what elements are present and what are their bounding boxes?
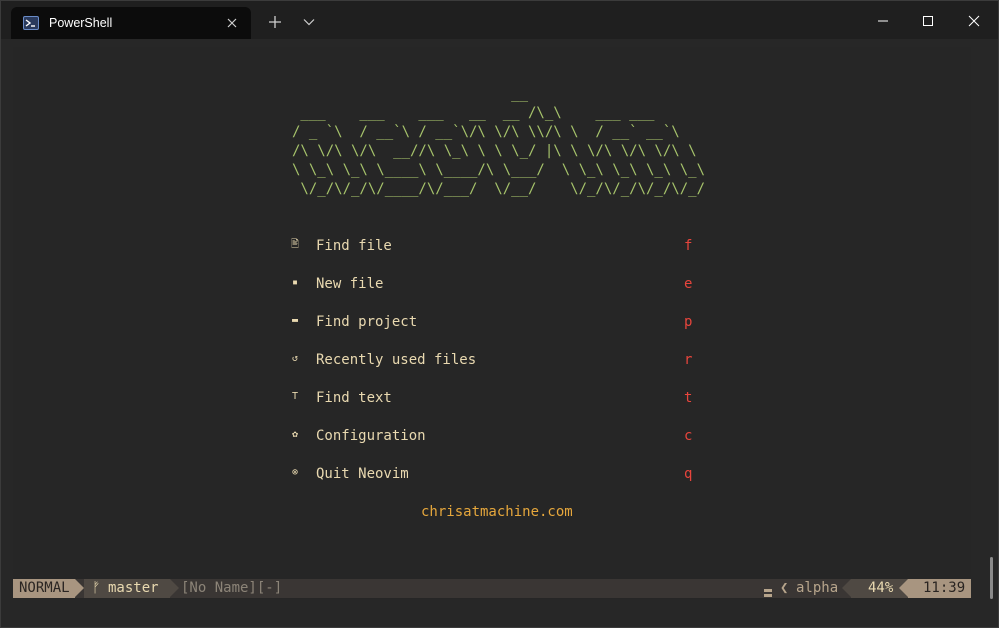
file-name: [No Name][-]	[181, 580, 283, 596]
maximize-icon[interactable]	[916, 9, 940, 33]
shortcut-key: c	[684, 428, 693, 444]
menu-item-label: Find file	[316, 238, 392, 254]
text-icon: T	[291, 391, 299, 402]
gear-icon: ✿	[291, 429, 299, 440]
mode-separator	[75, 579, 84, 597]
chevron-down-icon[interactable]	[301, 15, 317, 29]
menu-item-recent-files[interactable]: ↺ Recently used files r	[289, 350, 709, 370]
tab-powershell[interactable]: PowerShell	[11, 7, 251, 39]
new-file-icon: ▪	[291, 277, 299, 288]
close-tab-icon[interactable]	[225, 16, 239, 30]
minimize-icon[interactable]	[871, 9, 895, 33]
menu-item-find-text[interactable]: T Find text t	[289, 388, 709, 408]
scrollbar[interactable]	[990, 557, 993, 599]
time-segment: 11:39	[908, 579, 971, 598]
shortcut-key: f	[684, 238, 693, 254]
filetype-separator: ❮	[780, 580, 789, 596]
folder-icon: ▬	[291, 315, 299, 326]
menu-item-label: Quit Neovim	[316, 466, 409, 482]
percent-separator	[842, 579, 851, 597]
terminal-window: PowerShell __ ___ ___ ___ __ __ /\_\ ___…	[0, 0, 999, 628]
git-branch-icon: ᚠ	[92, 580, 101, 596]
menu-item-configuration[interactable]: ✿ Configuration c	[289, 426, 709, 446]
clock: 11:39	[923, 580, 966, 596]
terminal-content[interactable]: __ ___ ___ ___ __ __ /\_\ ___ ___ / _ `\…	[13, 47, 971, 599]
branch-name: master	[108, 580, 159, 596]
file-format-icon	[764, 584, 772, 597]
menu-item-label: Configuration	[316, 428, 426, 444]
history-icon: ↺	[291, 353, 299, 364]
menu-item-find-file[interactable]: 🖹 Find file f	[289, 236, 709, 256]
shortcut-key: q	[684, 466, 693, 482]
close-icon[interactable]	[962, 9, 986, 33]
menu-item-label: Find project	[316, 314, 418, 330]
menu-item-label: New file	[316, 276, 384, 292]
powershell-icon	[23, 15, 39, 31]
ascii-art-header: __ ___ ___ ___ __ __ /\_\ ___ ___ / _ `\…	[292, 86, 706, 197]
power-icon: ⊗	[291, 467, 299, 478]
shortcut-key: r	[684, 352, 693, 368]
statusline: NORMAL ᚠ master [No Name][-] ❮ alpha 44%…	[13, 579, 971, 598]
menu-item-label: Recently used files	[316, 352, 477, 368]
menu-item-quit[interactable]: ⊗ Quit Neovim q	[289, 464, 709, 484]
time-separator	[899, 579, 908, 597]
file-type: alpha	[796, 580, 839, 596]
menu-item-find-project[interactable]: ▬ Find project p	[289, 312, 709, 332]
scroll-percent: 44%	[868, 580, 894, 596]
new-tab-icon[interactable]	[266, 13, 284, 31]
title-bar: PowerShell	[1, 1, 998, 39]
branch-separator	[170, 579, 179, 597]
mode-indicator: NORMAL	[13, 579, 75, 598]
shortcut-key: t	[684, 390, 693, 406]
shortcut-key: e	[684, 276, 693, 292]
search-file-icon: 🖹	[290, 239, 300, 250]
tab-title: PowerShell	[49, 16, 113, 30]
menu-item-new-file[interactable]: ▪ New file e	[289, 274, 709, 294]
menu-item-label: Find text	[316, 390, 392, 406]
git-branch-segment: ᚠ master	[84, 579, 170, 598]
dashboard-footer: chrisatmachine.com	[421, 504, 573, 520]
shortcut-key: p	[684, 314, 693, 330]
